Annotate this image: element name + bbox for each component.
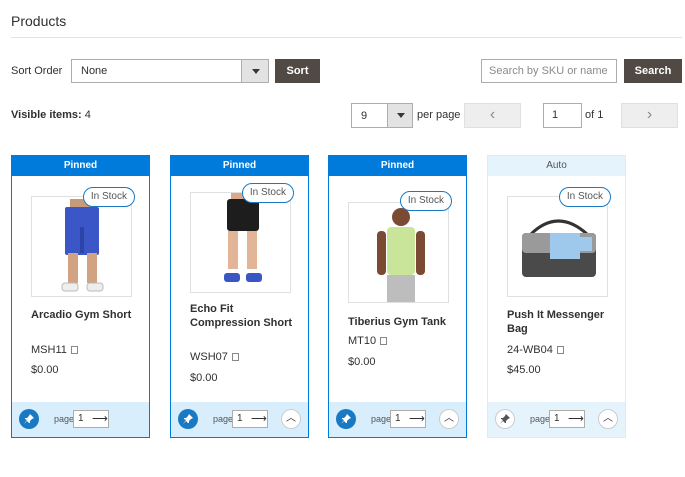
product-price: $0.00 (348, 356, 376, 368)
product-image (507, 196, 608, 297)
page-total-label: of 1 (585, 109, 604, 121)
position-band: Pinned (329, 156, 466, 176)
sort-order-label: Sort Order (11, 65, 63, 77)
product-card[interactable]: Pinned In Stock Tiberius Gym Tank MT10 $… (328, 155, 467, 438)
product-sku: WSH07 (190, 351, 239, 363)
product-name: Tiberius Gym Tank (348, 316, 447, 328)
product-price: $0.00 (190, 372, 218, 384)
page-title: Products (11, 13, 67, 29)
next-page-button[interactable]: › (621, 103, 678, 128)
card-footer: page 1 ⟶ ︿ (488, 402, 625, 437)
chevron-left-icon: ‹ (489, 106, 496, 123)
per-page-select[interactable]: 9 (351, 103, 413, 128)
product-card[interactable]: Pinned In Stock Arcadio Gym Short MSH11 … (11, 155, 150, 438)
product-image (31, 196, 132, 297)
copy-icon[interactable] (231, 353, 239, 361)
product-name: Push It Messenger Bag (507, 309, 605, 335)
product-image (190, 192, 291, 293)
page-label: page (530, 414, 551, 424)
visible-items-count: 4 (84, 109, 91, 121)
product-sku: MT10 (348, 335, 388, 347)
sku-value: 24-WB04 (507, 344, 553, 356)
product-sku: MSH11 (31, 344, 78, 356)
prev-page-button[interactable]: ‹ (464, 103, 521, 128)
stock-badge: In Stock (241, 183, 294, 203)
product-name: Arcadio Gym Short (31, 309, 132, 321)
visible-items-label: Visible items: (11, 109, 82, 121)
sku-value: MT10 (348, 335, 377, 347)
chevron-down-icon[interactable] (387, 104, 412, 127)
product-card[interactable]: Pinned In Stock Echo Fit Compression Sho… (170, 155, 309, 438)
per-page-label: per page (417, 109, 461, 121)
per-page-value: 9 (361, 110, 368, 122)
card-footer: page 1 ⟶ ︿ (171, 402, 308, 437)
search-button[interactable]: Search (624, 59, 682, 83)
chevron-up-icon[interactable]: ︿ (598, 409, 618, 429)
page-label: page (213, 414, 234, 424)
position-band: Pinned (171, 156, 308, 176)
page-number-input[interactable]: 1 (543, 103, 582, 128)
copy-icon[interactable] (380, 337, 388, 345)
product-price: $45.00 (507, 364, 541, 376)
title-divider (11, 37, 682, 38)
stock-badge: In Stock (399, 191, 452, 211)
arrow-right-icon[interactable]: ⟶ (251, 414, 267, 425)
position-band: Pinned (12, 156, 149, 176)
card-footer: page 1 ⟶ ︿ (329, 402, 466, 437)
chevron-up-icon[interactable]: ︿ (281, 409, 301, 429)
sku-value: WSH07 (190, 351, 228, 363)
pin-icon[interactable] (336, 409, 356, 429)
visible-items: Visible items: 4 (11, 109, 91, 121)
product-sku: 24-WB04 (507, 344, 564, 356)
stock-badge: In Stock (558, 187, 611, 207)
position-band: Auto (488, 156, 625, 176)
stock-badge: In Stock (82, 187, 135, 207)
sort-order-value: None (81, 65, 108, 77)
product-price: $0.00 (31, 364, 59, 376)
sku-value: MSH11 (31, 344, 67, 356)
chevron-right-icon: › (646, 106, 653, 123)
arrow-right-icon[interactable]: ⟶ (568, 414, 584, 425)
arrow-right-icon[interactable]: ⟶ (92, 414, 108, 425)
sort-button[interactable]: Sort (275, 59, 320, 83)
copy-icon[interactable] (70, 346, 78, 354)
page-label: page (54, 414, 75, 424)
product-name: Echo Fit Compression Short (190, 303, 293, 329)
pin-icon[interactable] (178, 409, 198, 429)
arrow-right-icon[interactable]: ⟶ (409, 414, 425, 425)
page-label: page (371, 414, 392, 424)
copy-icon[interactable] (556, 346, 564, 354)
chevron-up-icon[interactable]: ︿ (439, 409, 459, 429)
product-image (348, 202, 449, 303)
sort-order-select[interactable]: None (71, 59, 269, 83)
pin-icon[interactable] (19, 409, 39, 429)
card-footer: page 1 ⟶ (12, 402, 149, 437)
search-input[interactable] (481, 59, 617, 83)
pin-icon[interactable] (495, 409, 515, 429)
chevron-down-icon[interactable] (241, 60, 268, 82)
product-card[interactable]: Auto In Stock Push It Messenger Bag 24-W… (487, 155, 626, 438)
